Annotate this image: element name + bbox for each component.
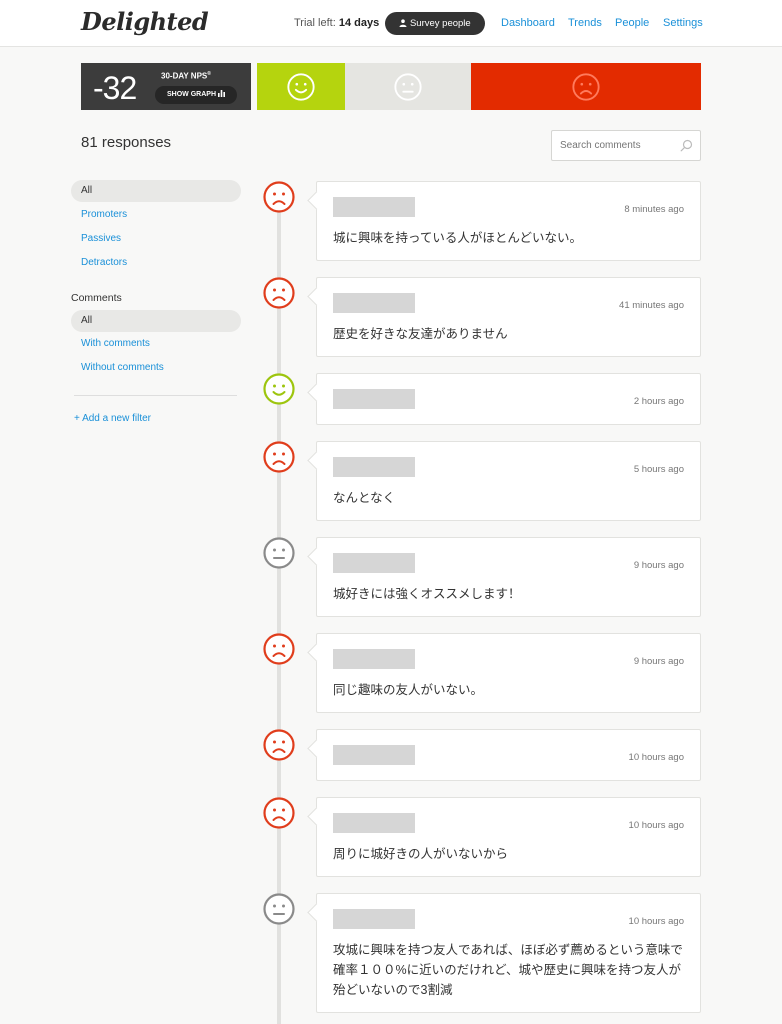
nav-trends[interactable]: Trends (568, 17, 602, 29)
response-card[interactable]: 9 hours ago 同じ趣味の友人がいない。 (316, 633, 701, 713)
response-card[interactable]: 5 hours ago なんとなく (316, 441, 701, 521)
redacted-name (333, 745, 415, 765)
response-time: 5 hours ago (633, 464, 684, 475)
neutral-face-icon (263, 537, 295, 569)
promoters-segment[interactable] (257, 63, 345, 110)
response-time: 9 hours ago (633, 560, 684, 571)
survey-people-label: Survey people (409, 18, 471, 29)
nav-people[interactable]: People (615, 17, 649, 29)
response-comment: 城に興味を持っている人がほとんどいない。 (333, 231, 583, 245)
search-icon (680, 139, 693, 152)
detractors-segment[interactable] (471, 63, 701, 110)
response-time: 9 hours ago (633, 656, 684, 667)
redacted-name (333, 293, 415, 313)
header: Delighted Trial left: 14 days Survey peo… (0, 0, 782, 47)
redacted-name (333, 457, 415, 477)
response-card[interactable]: 2 hours ago (316, 373, 701, 425)
filter-detractors[interactable]: Detractors (71, 252, 241, 274)
filter-without-comments[interactable]: Without comments (71, 357, 241, 379)
sad-face-icon (263, 277, 295, 309)
response-comment: 周りに城好きの人がいないから (333, 847, 509, 861)
show-graph-label: SHOW GRAPH (167, 91, 217, 98)
nps-label: 30-DAY NPS® (161, 71, 211, 81)
sad-face-icon (263, 729, 295, 761)
trial-indicator: Trial left: 14 days (294, 17, 379, 29)
redacted-name (333, 553, 415, 573)
response-time: 8 minutes ago (624, 204, 684, 215)
comments-filter-heading: Comments (71, 292, 122, 304)
logo[interactable]: Delighted (81, 7, 209, 36)
search-comments-input[interactable] (551, 130, 701, 161)
redacted-name (333, 389, 415, 409)
neutral-face-icon (263, 893, 295, 925)
trial-days: 14 days (338, 17, 380, 29)
happy-face-icon (263, 373, 295, 405)
neutral-face-icon (394, 72, 422, 101)
passives-segment[interactable] (345, 63, 471, 110)
redacted-name (333, 197, 415, 217)
sad-face-icon (263, 181, 295, 213)
redacted-name (333, 909, 415, 929)
filter-passives[interactable]: Passives (71, 228, 241, 250)
response-time: 2 hours ago (633, 396, 684, 407)
sad-face-icon (263, 797, 295, 829)
nps-score: -32 (93, 70, 137, 106)
sad-face-icon (263, 633, 295, 665)
sidebar-divider (74, 395, 237, 396)
response-time: 10 hours ago (628, 820, 684, 831)
response-comment: なんとなく (333, 491, 396, 505)
response-card[interactable]: 10 hours ago 周りに城好きの人がいないから (316, 797, 701, 877)
response-card[interactable]: 9 hours ago 城好きには強くオススメします！ (316, 537, 701, 617)
responses-count: 81 responses (81, 134, 172, 151)
add-filter-link[interactable]: + Add a new filter (74, 413, 151, 424)
response-card[interactable]: 10 hours ago (316, 729, 701, 781)
response-card[interactable]: 8 minutes ago 城に興味を持っている人がほとんどいない。 (316, 181, 701, 261)
response-card[interactable]: 41 minutes ago 歴史を好きな友達がありません (316, 277, 701, 357)
filter-all[interactable]: All (71, 180, 241, 202)
response-time: 41 minutes ago (619, 300, 684, 311)
response-comment: 攻城に興味を持つ友人であれば、ほぼ必ず薦めるという意味で確率１００%に近いのだけ… (333, 943, 683, 997)
response-comment: 同じ趣味の友人がいない。 (333, 683, 484, 697)
redacted-name (333, 649, 415, 669)
nps-score-panel: -32 30-DAY NPS® SHOW GRAPH (81, 63, 251, 110)
response-time: 10 hours ago (628, 916, 684, 927)
response-card[interactable]: 10 hours ago 攻城に興味を持つ友人であれば、ほぼ必ず薦めるという意味で… (316, 893, 701, 1013)
sad-face-icon (572, 72, 600, 101)
response-comment: 城好きには強くオススメします！ (333, 587, 521, 601)
nav-dashboard[interactable]: Dashboard (501, 17, 555, 29)
redacted-name (333, 813, 415, 833)
trial-label: Trial left: (294, 17, 336, 29)
show-graph-button[interactable]: SHOW GRAPH (155, 86, 237, 104)
bar-chart-icon (217, 90, 225, 98)
response-comment: 歴史を好きな友達がありません (333, 327, 508, 341)
filter-with-comments[interactable]: With comments (71, 333, 241, 355)
user-plus-icon (399, 18, 410, 29)
response-time: 10 hours ago (628, 752, 684, 763)
filter-comments-all[interactable]: All (71, 310, 241, 332)
nav-settings[interactable]: Settings (663, 17, 703, 29)
survey-people-button[interactable]: Survey people (385, 12, 485, 35)
happy-face-icon (287, 72, 315, 101)
filter-promoters[interactable]: Promoters (71, 204, 241, 226)
sad-face-icon (263, 441, 295, 473)
